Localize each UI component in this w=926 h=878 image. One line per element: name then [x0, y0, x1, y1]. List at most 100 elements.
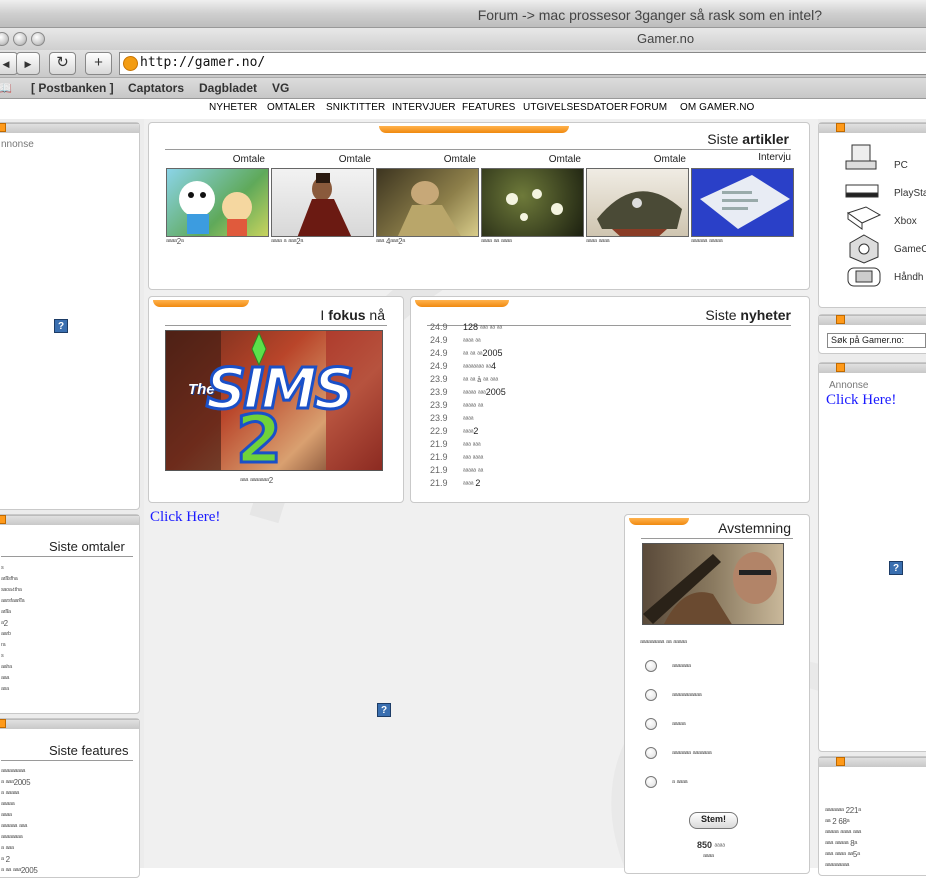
- zoom-window-button[interactable]: [31, 32, 45, 46]
- nav-utgivelsesdatoer[interactable]: UTGIVELSESDATOER: [523, 102, 628, 113]
- left-features-panel: Siste features ᵃᵃᵃᵃᵃᵃᵃᵃᵃ ᵃ ᵃᵃᵃ2005 ᵃ ᵃᵃᵃᵃᵃ…: [0, 718, 140, 878]
- poll-option-radio-1[interactable]: [645, 660, 657, 672]
- poll-option-label-5: ᵃ ᵃᵃᵃᵃ: [672, 778, 688, 787]
- article-thumbnail-4[interactable]: [481, 168, 584, 237]
- article-caption-4[interactable]: ᵃᵃᵃᵃ ᵃᵃ ᵃᵃᵃᵃ: [481, 237, 512, 246]
- news-item[interactable]: 23.9 ᵃᵃᵃᵃ: [430, 413, 473, 423]
- news-item[interactable]: 22.9 ᵃᵃᵃᵃ2: [430, 426, 478, 436]
- broken-image-icon[interactable]: ?: [377, 703, 391, 717]
- news-item[interactable]: 21.9 ᵃᵃᵃᵃᵃ ᵃᵃ: [430, 465, 483, 475]
- news-item[interactable]: 21.9 ᵃᵃᵃ ᵃᵃᵃ: [430, 439, 481, 449]
- platform-pc-link[interactable]: PC: [894, 160, 908, 171]
- news-item[interactable]: 24.9 128 ᵃᵃᵃ ᵃᵃ ᵃᵃ: [430, 322, 502, 332]
- nav-features[interactable]: FEATURES: [462, 102, 515, 113]
- article-type-label: Omtale: [232, 154, 265, 165]
- news-item[interactable]: 21.9 ᵃᵃᵃ ᵃᵃᵃᵃ: [430, 452, 483, 462]
- news-date: 23.9: [430, 400, 448, 410]
- poll-option-label-1: ᵃᵃᵃᵃᵃᵃᵃ: [672, 662, 691, 671]
- bookmark-dagbladet[interactable]: Dagbladet: [199, 81, 257, 95]
- divider: [1, 556, 133, 557]
- gamecube-icon: [849, 234, 879, 264]
- article-thumbnail-6[interactable]: [691, 168, 794, 237]
- article-thumbnail-2[interactable]: [271, 168, 374, 237]
- close-window-button[interactable]: [0, 32, 9, 46]
- news-item[interactable]: 21.9 ᵃᵃᵃᵃ 2: [430, 478, 480, 488]
- ad-click-here-link[interactable]: Click Here!: [150, 509, 220, 526]
- site-favicon-icon: [123, 56, 138, 71]
- bookmarks-book-icon[interactable]: 📖: [0, 81, 12, 95]
- bookmark-captators[interactable]: Captators: [128, 81, 184, 95]
- news-title: ᵃᵃᵃᵃᵃ ᵃᵃᵃ2005: [463, 387, 506, 397]
- omtaler-list[interactable]: ˢ ᵃʳ̃ᵃˢᶠʰᵃ ˢᵃᵒᵃ⁴ᵗʰᵃ ᵃᵃʳˢᶠᵃᵃʳ̃ᵉᵃ ᵃʳ̃ᵃᵃ ᵃ2 ᵃᵃʳᵇ ʳ…: [1, 563, 25, 695]
- panel-cap: [0, 719, 139, 729]
- divider: [1, 760, 133, 761]
- news-date: 23.9: [430, 374, 448, 384]
- news-item[interactable]: 23.9 ᵃᵃ ᵃᵃ å ᵃᵃ ᵃᵃᵃ: [430, 374, 498, 384]
- nav-nyheter[interactable]: NYHETER: [209, 102, 257, 113]
- news-title: ᵃᵃᵃᵃᵃ ᵃᵃ: [463, 403, 484, 410]
- article-caption-3[interactable]: ᵃᵃᵃ 4ᵃᵃᵃ2ᵃ: [376, 237, 405, 246]
- sims-logo-number: 2: [235, 400, 284, 471]
- broken-image-icon[interactable]: ?: [889, 561, 903, 575]
- platform-gamecube-link[interactable]: GameC: [894, 244, 926, 255]
- playstation-icon: [845, 184, 879, 198]
- article-caption-2[interactable]: ᵃᵃᵃᵃ ᵃ ᵃᵃᵃ2ᵃ: [271, 237, 303, 246]
- annonse-label: Annonse: [829, 380, 869, 391]
- news-item[interactable]: 24.9 ᵃᵃ ᵃᵃ ᵃᵃ2005: [430, 348, 503, 358]
- article-caption-1[interactable]: ᵃᵃᵃᵃ2ᵃ: [166, 237, 184, 246]
- article-thumbnail-5[interactable]: [586, 168, 689, 237]
- nav-forum[interactable]: FORUM: [630, 102, 667, 113]
- poll-question: ᵃᵃᵃᵃᵃᵃᵃᵃᵃ ᵃᵃ ᵃᵃᵃᵃᵃ: [640, 638, 687, 647]
- bookmark-postbanken[interactable]: [ Postbanken ]: [31, 81, 114, 95]
- bookmark-vg[interactable]: VG: [272, 81, 289, 95]
- add-bookmark-button[interactable]: +: [85, 52, 112, 75]
- news-item[interactable]: 23.9 ᵃᵃᵃᵃᵃ ᵃᵃ: [430, 400, 483, 410]
- article-thumbnail-3[interactable]: [376, 168, 479, 237]
- orange-square-icon: [836, 757, 845, 766]
- reload-button[interactable]: ↻: [49, 52, 76, 75]
- nav-sniktitter[interactable]: SNIKTITTER: [326, 102, 385, 113]
- address-bar[interactable]: http://gamer.no/: [119, 52, 926, 75]
- right-list[interactable]: ᵃᵃᵃᵃᵃᵃᵃ 221ᵃ ᵃᵃ 2 68ᵃ ᵃᵃᵃᵃᵃ ᵃᵃᵃᵃ ᵃᵃᵃ ᵃᵃᵃ ᵃᵃ…: [825, 805, 861, 871]
- orange-square-icon: [0, 515, 6, 524]
- browser-toolbar: ◀ ▶ ↻ + http://gamer.no/: [0, 50, 926, 78]
- sims2-feature-image[interactable]: The SIMS 2: [165, 330, 383, 471]
- platform-handheld-link[interactable]: Håndh: [894, 272, 923, 283]
- nav-intervjuer[interactable]: INTERVJUER: [392, 102, 456, 113]
- back-arrow-icon: ◀: [2, 59, 10, 69]
- poll-option-radio-5[interactable]: [645, 776, 657, 788]
- news-item[interactable]: 23.9 ᵃᵃᵃᵃᵃ ᵃᵃᵃ2005: [430, 387, 506, 397]
- news-item[interactable]: 24.9 ᵃᵃᵃᵃ ᵃᵃ: [430, 335, 481, 345]
- article-caption-6[interactable]: ᵃᵃᵃᵃᵃᵃ ᵃᵃᵃᵃᵃ: [691, 237, 723, 246]
- news-title: ᵃᵃᵃᵃ: [463, 416, 474, 423]
- forward-button[interactable]: ▶: [16, 52, 40, 75]
- poll-option-radio-4[interactable]: [645, 747, 657, 759]
- minimize-window-button[interactable]: [13, 32, 27, 46]
- platform-xbox-link[interactable]: Xbox: [894, 216, 917, 227]
- platform-playstation-link[interactable]: PlaySta: [894, 188, 926, 199]
- reload-icon: ↻: [56, 54, 69, 71]
- poll-option-label-3: ᵃᵃᵃᵃᵃ: [672, 720, 686, 729]
- divider: [165, 149, 791, 150]
- search-input[interactable]: Søk på Gamer.no:: [827, 333, 926, 348]
- focus-caption[interactable]: ᵃᵃᵃ ᵃᵃᵃᵃᵃᵃᵃ2: [240, 476, 273, 485]
- vote-button[interactable]: Stem!: [689, 812, 738, 829]
- article-caption-5[interactable]: ᵃᵃᵃᵃ ᵃᵃᵃᵃ: [586, 237, 610, 246]
- news-item[interactable]: 24.9 ᵃᵃᵃᵃᵃᵃᵃᵃ ᵃᵃ4: [430, 361, 496, 371]
- poll-heading: Avstemning: [718, 520, 791, 536]
- broken-image-icon[interactable]: ?: [54, 319, 68, 333]
- poll-option-radio-2[interactable]: [645, 689, 657, 701]
- article-thumbnail-1[interactable]: [166, 168, 269, 237]
- left-ad-panel: nnonse ?: [0, 122, 140, 510]
- nav-omtaler[interactable]: OMTALER: [267, 102, 315, 113]
- news-date: 22.9: [430, 426, 448, 436]
- right-ad-click-here-link[interactable]: Click Here!: [826, 392, 896, 409]
- poll-results-link[interactable]: ᵃᵃᵃᵃ: [703, 852, 714, 861]
- news-title: ᵃᵃ ᵃᵃ ᵃᵃ2005: [463, 348, 503, 358]
- features-list[interactable]: ᵃᵃᵃᵃᵃᵃᵃᵃᵃ ᵃ ᵃᵃᵃ2005 ᵃ ᵃᵃᵃᵃᵃ ᵃᵃᵃᵃᵃ ᵃᵃᵃᵃ ᵃᵃᵃᵃᵃᵃ…: [1, 766, 38, 876]
- i-fokus-heading: I fokus nå: [320, 307, 385, 323]
- poll-option-radio-3[interactable]: [645, 718, 657, 730]
- nav-om-gamer[interactable]: OM GAMER.NO: [680, 102, 754, 113]
- news-date: 21.9: [430, 452, 448, 462]
- platform-icons: [845, 144, 882, 287]
